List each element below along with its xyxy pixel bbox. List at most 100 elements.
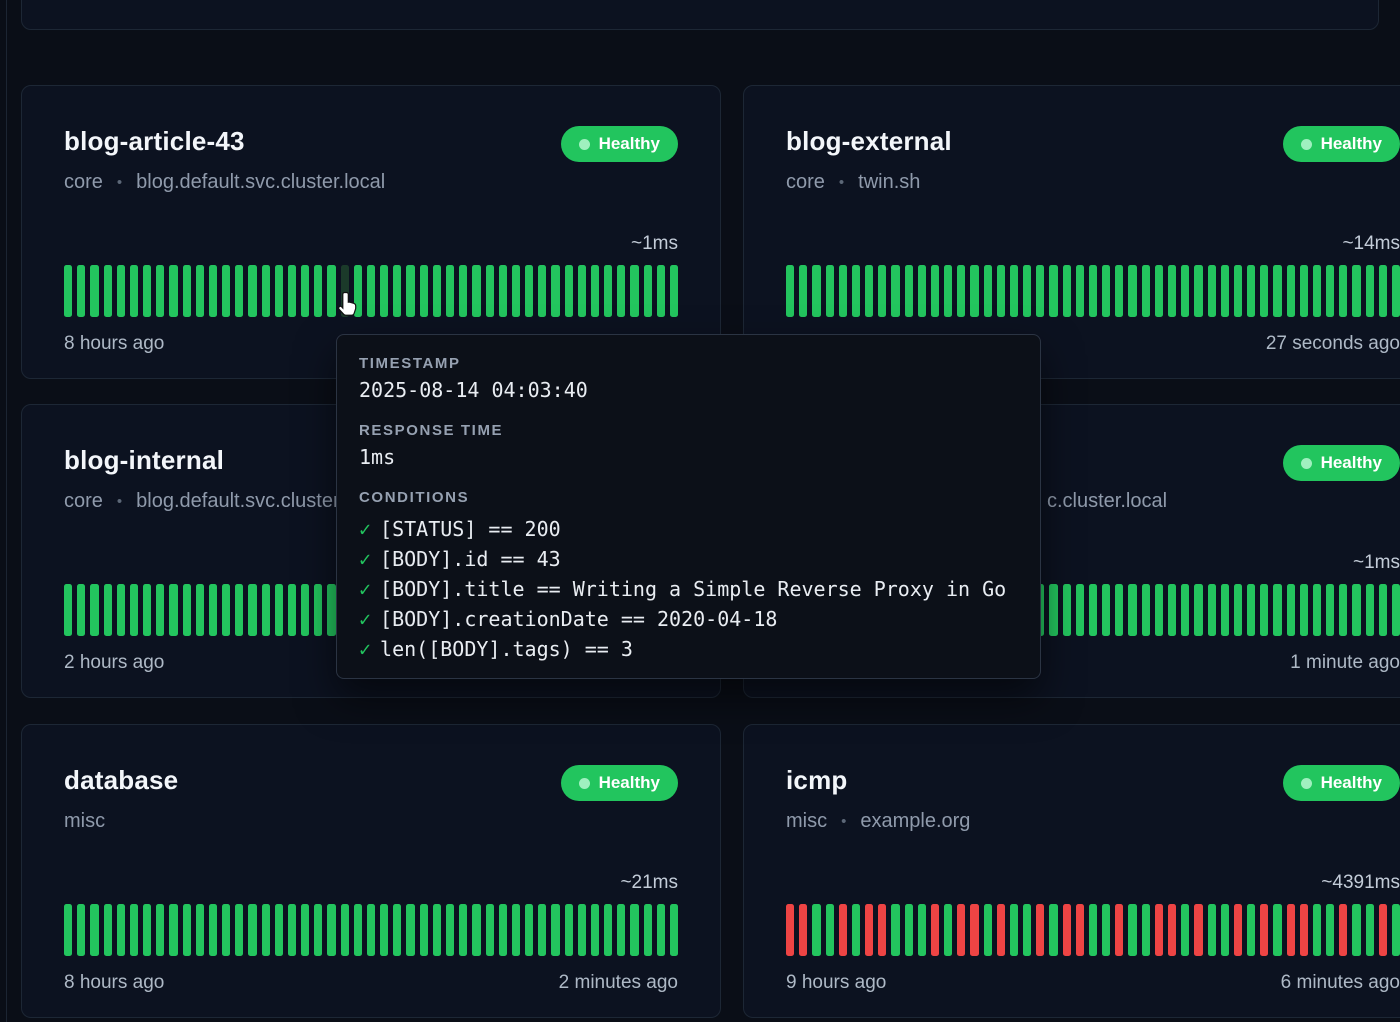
status-bar[interactable] [1220,584,1229,636]
status-bar[interactable] [604,904,613,956]
status-bar[interactable] [511,904,521,956]
status-bar[interactable] [301,265,310,317]
status-bar[interactable] [1141,584,1150,636]
status-bar[interactable] [169,584,178,636]
status-bar[interactable] [498,904,507,956]
status-bar[interactable] [1207,584,1216,636]
status-bar[interactable] [64,584,73,636]
status-bar[interactable] [90,904,99,956]
status-bar[interactable] [1391,584,1400,636]
status-bar[interactable] [1115,904,1124,956]
status-bar[interactable] [90,265,99,317]
status-bar[interactable] [1009,904,1019,956]
status-bar[interactable] [1036,904,1045,956]
status-bar[interactable] [957,265,966,317]
status-bar[interactable] [156,584,165,636]
status-bar[interactable] [208,265,218,317]
status-bar[interactable] [1391,904,1400,956]
status-bar[interactable] [301,584,310,636]
status-bar[interactable] [1088,584,1098,636]
status-bar[interactable] [1273,265,1282,317]
status-bar[interactable] [485,265,494,317]
status-bar[interactable] [1299,265,1308,317]
status-bar[interactable] [1378,904,1387,956]
status-bar[interactable] [287,904,297,956]
status-bar[interactable] [1326,265,1335,317]
status-bar[interactable] [957,904,966,956]
status-bar[interactable] [222,904,231,956]
status-bar[interactable] [1299,584,1308,636]
status-bar[interactable] [116,265,125,317]
status-bar[interactable] [617,904,626,956]
status-bar[interactable] [116,904,125,956]
status-bar[interactable] [630,265,639,317]
status-bar[interactable] [1352,584,1361,636]
status-bar[interactable] [1247,904,1256,956]
status-bar[interactable] [1128,265,1137,317]
status-bar[interactable] [996,904,1005,956]
status-bar[interactable] [538,265,547,317]
status-bar[interactable] [169,265,178,317]
status-bar[interactable] [366,265,376,317]
status-bar[interactable] [1128,584,1137,636]
status-bar[interactable] [1181,904,1190,956]
status-bar[interactable] [1260,904,1269,956]
status-bar[interactable] [90,584,99,636]
status-bar[interactable] [1049,584,1058,636]
status-bar[interactable] [1181,584,1190,636]
status-bar[interactable] [1286,265,1295,317]
status-bar[interactable] [1167,584,1177,636]
status-bar[interactable] [274,904,283,956]
status-bar[interactable] [274,265,283,317]
status-bar[interactable] [904,904,913,956]
status-bar[interactable] [459,265,468,317]
status-bar[interactable] [222,584,231,636]
status-bar[interactable] [786,265,795,317]
status-bar[interactable] [1247,265,1256,317]
status-bar[interactable] [838,265,847,317]
status-bar[interactable] [917,904,926,956]
status-bar[interactable] [143,265,152,317]
status-bar[interactable] [459,904,468,956]
status-bar[interactable] [1207,265,1216,317]
status-bar[interactable] [182,904,191,956]
status-bar[interactable] [944,265,953,317]
status-bar[interactable] [1009,265,1019,317]
status-bar[interactable] [1154,584,1163,636]
status-bar[interactable] [590,265,600,317]
status-bar[interactable] [445,904,455,956]
status-bar[interactable] [1141,265,1150,317]
status-bar[interactable] [261,904,270,956]
status-bar[interactable] [1260,584,1269,636]
status-bar[interactable] [208,584,218,636]
status-bar[interactable] [1062,904,1071,956]
status-bar[interactable] [301,904,310,956]
status-bar[interactable] [182,265,191,317]
status-bar[interactable] [564,904,573,956]
status-bar[interactable] [1181,265,1190,317]
status-bar[interactable] [103,904,112,956]
status-bar[interactable] [472,265,481,317]
status-bar[interactable] [917,265,926,317]
status-bar[interactable] [1312,584,1322,636]
status-bar[interactable] [1154,904,1163,956]
status-bar[interactable] [996,265,1005,317]
status-bar[interactable] [1220,904,1229,956]
status-bar[interactable] [169,904,178,956]
status-bar[interactable] [327,265,336,317]
status-bar[interactable] [970,904,979,956]
status-bar[interactable] [195,904,204,956]
status-bar[interactable] [577,265,586,317]
status-bar[interactable] [538,904,547,956]
status-bar[interactable] [669,904,679,956]
status-bar[interactable] [235,265,244,317]
status-bar[interactable] [432,904,441,956]
status-bar[interactable] [825,904,834,956]
status-bar[interactable] [1023,265,1032,317]
status-bar[interactable] [64,265,73,317]
status-bar[interactable] [1023,904,1032,956]
status-bar[interactable] [1339,584,1348,636]
status-bar[interactable] [406,904,415,956]
status-bar[interactable] [248,584,257,636]
status-bar[interactable] [643,265,652,317]
